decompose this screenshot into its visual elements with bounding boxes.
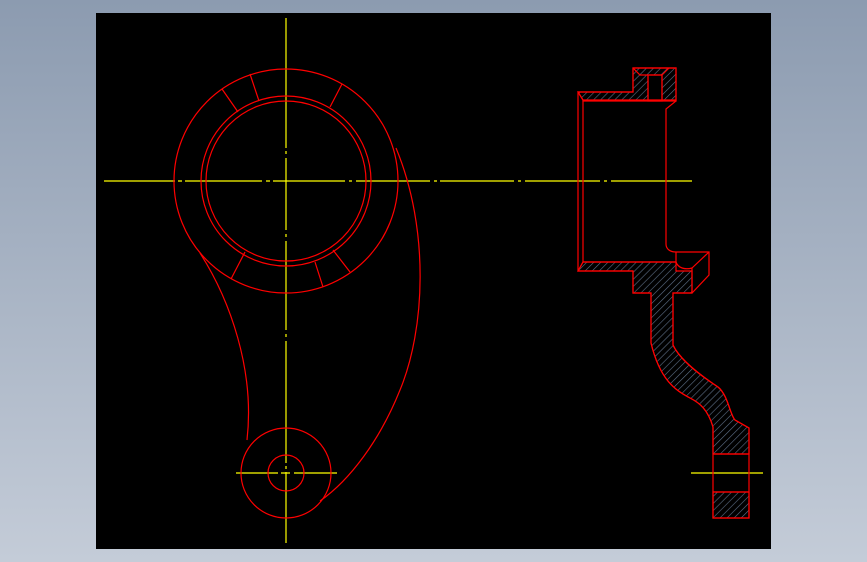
- cad-drawing: [104, 18, 763, 543]
- bottom-hatch-band: [576, 261, 750, 455]
- arm-right-profile: [319, 147, 421, 502]
- bottom-hatch-block: [712, 491, 750, 519]
- top-hole: [647, 74, 663, 102]
- section-view: [576, 67, 750, 519]
- arm-left-profile: [199, 252, 250, 441]
- front-view: [173, 68, 421, 519]
